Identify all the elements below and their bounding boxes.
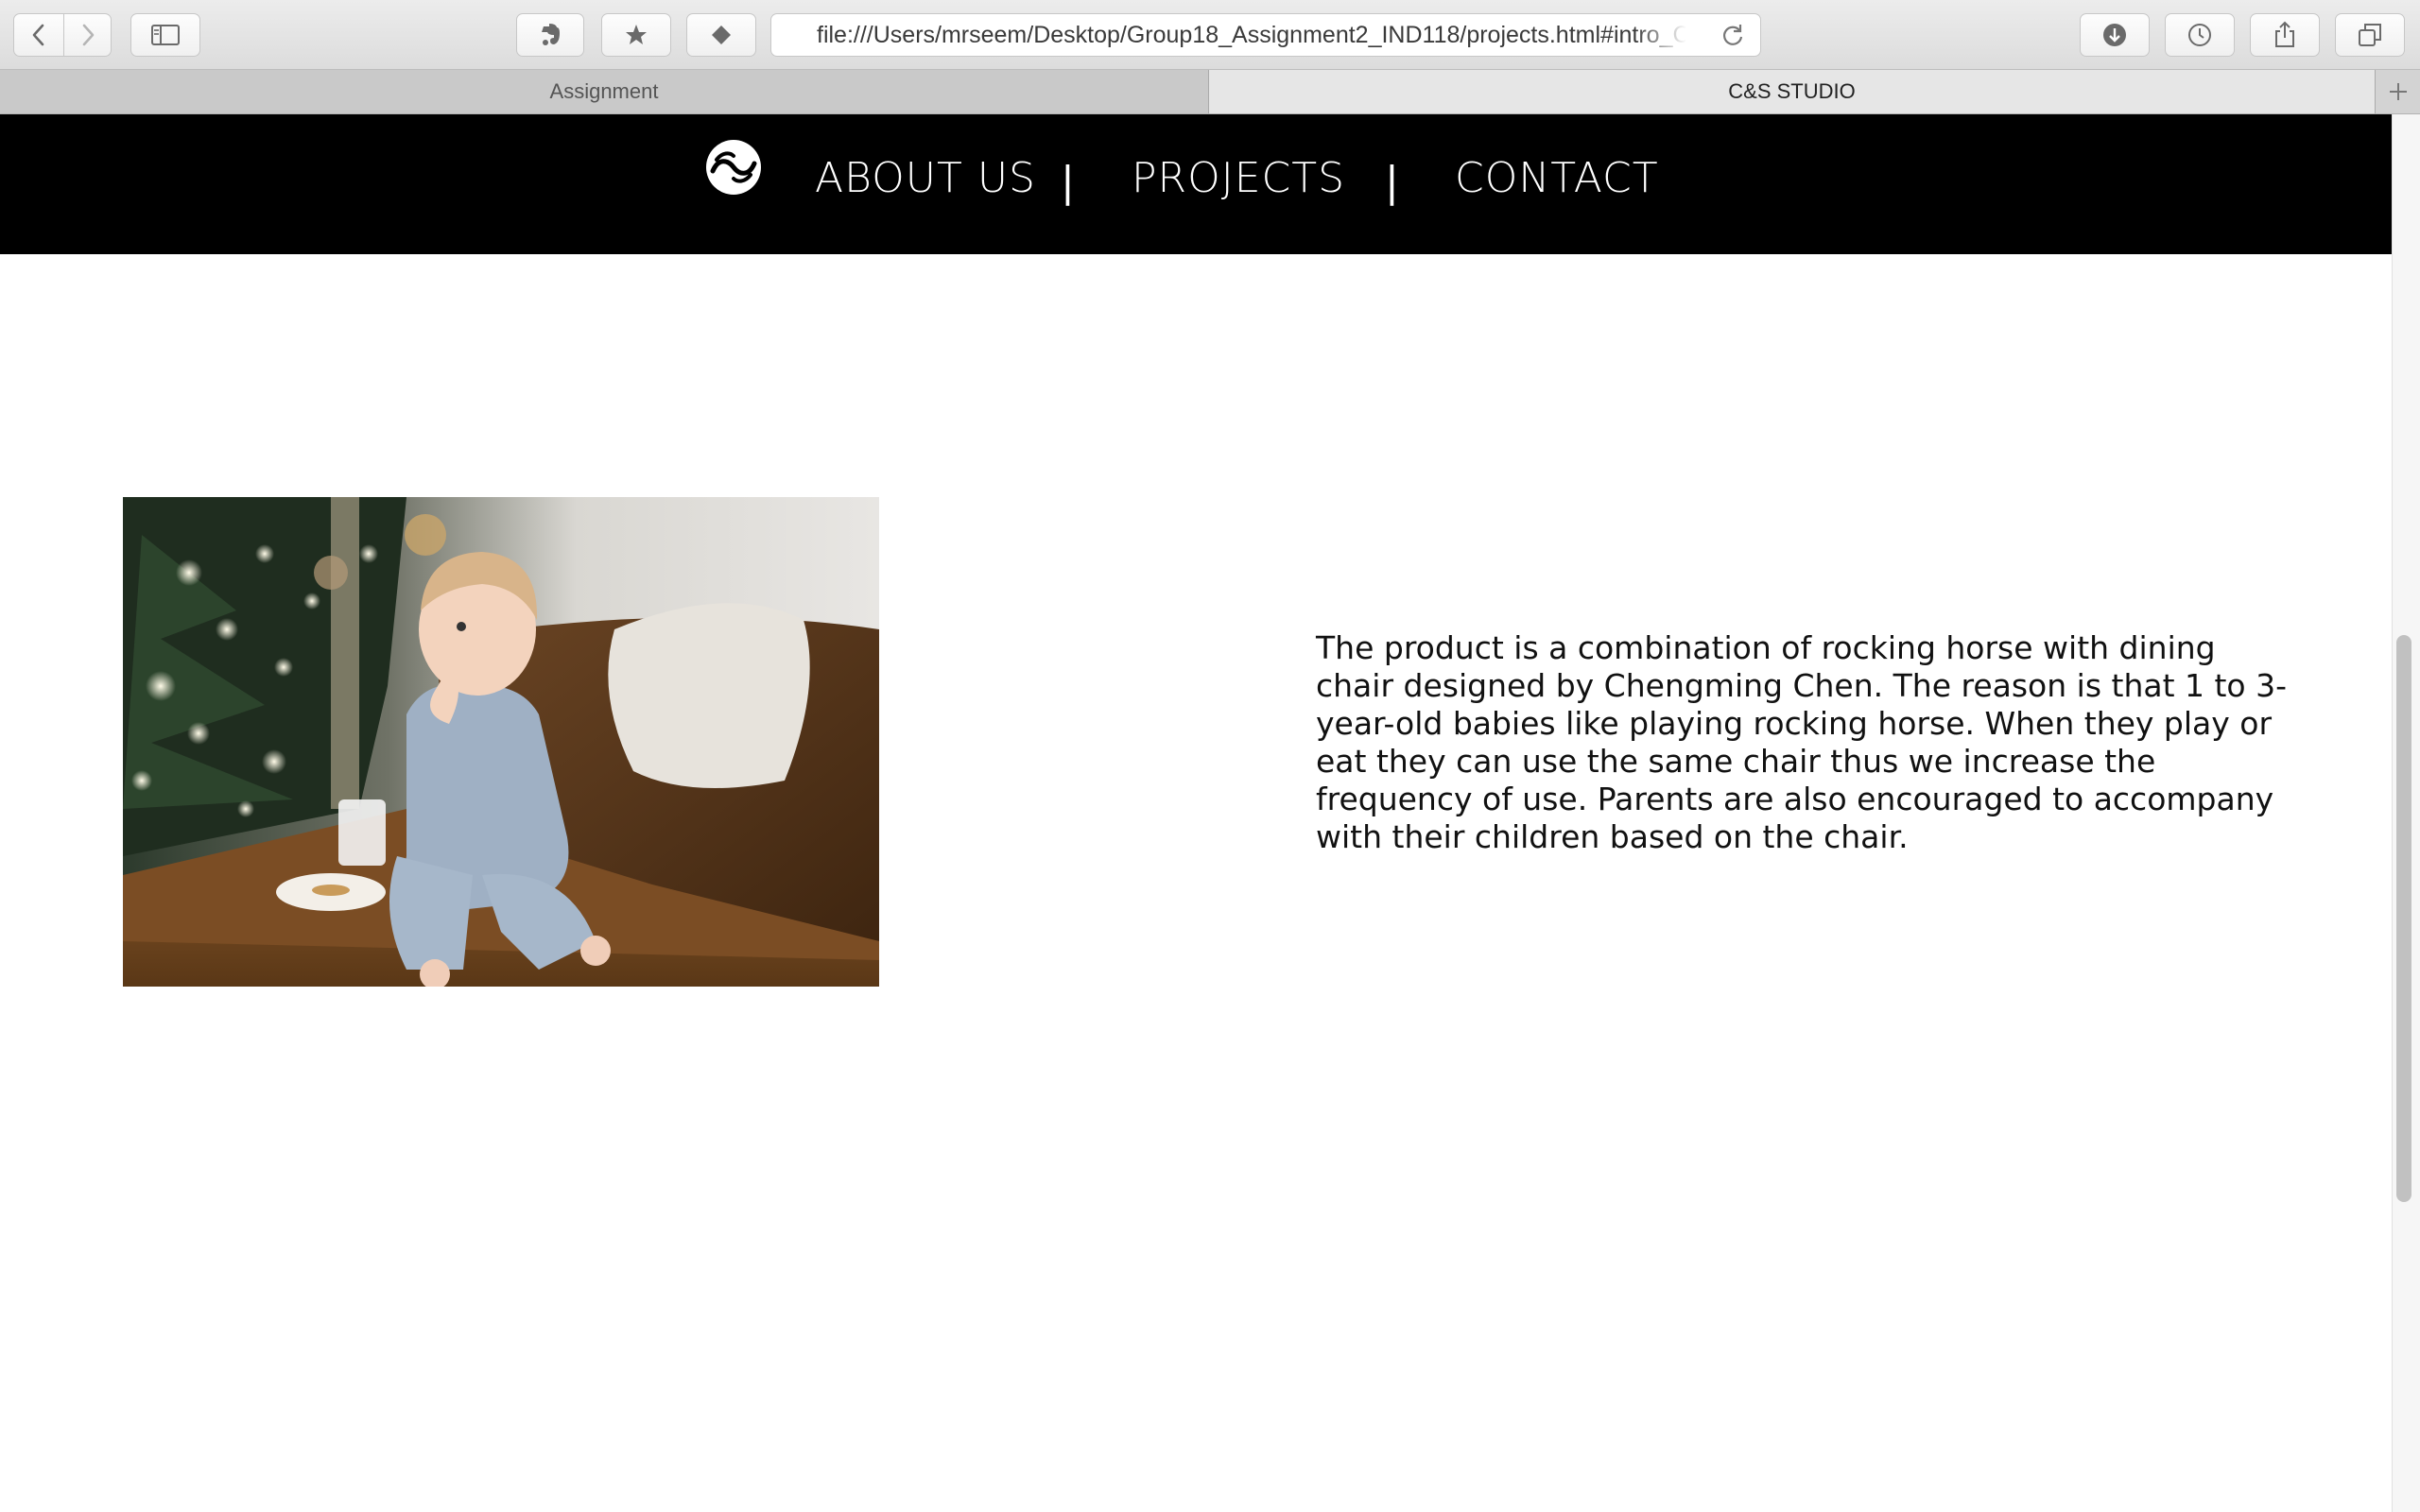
- nav-separator: |: [1385, 158, 1399, 206]
- share-icon: [2275, 21, 2294, 47]
- evernote-icon: [542, 24, 560, 45]
- tab-assignment[interactable]: Assignment: [0, 70, 1209, 113]
- history-icon: [2188, 24, 2211, 46]
- diamond-icon: [712, 26, 731, 44]
- chevron-right-icon: [82, 24, 94, 46]
- web-page: ABOUT US | PROJECTS | CONTACT The produc…: [0, 114, 2392, 1512]
- extension-button[interactable]: [686, 13, 756, 57]
- project-photo: [123, 497, 879, 987]
- bookmark-button[interactable]: [601, 13, 671, 57]
- sidebar-button[interactable]: [130, 13, 200, 57]
- tabs-overview-button[interactable]: [2335, 13, 2405, 57]
- forward-button[interactable]: [64, 13, 112, 57]
- nav-projects[interactable]: PROJECTS: [1132, 158, 1345, 199]
- downloads-button[interactable]: [2080, 13, 2150, 57]
- studio-logo-icon[interactable]: [705, 139, 762, 196]
- tabs-overview-icon: [2359, 24, 2381, 46]
- history-button[interactable]: [2165, 13, 2235, 57]
- new-tab-button[interactable]: [2375, 70, 2420, 113]
- evernote-extension-button[interactable]: [516, 13, 584, 57]
- tab-bar: Assignment C&S STUDIO: [0, 70, 2420, 114]
- scrollbar-thumb[interactable]: [2396, 635, 2411, 1202]
- sidebar-icon: [151, 25, 180, 45]
- plus-icon: [2389, 83, 2407, 100]
- reload-icon[interactable]: [1720, 23, 1745, 47]
- star-icon: [626, 25, 647, 44]
- nav-separator: |: [1061, 158, 1075, 206]
- project-description: The product is a combination of rocking …: [1316, 629, 2288, 855]
- tab-cs-studio[interactable]: C&S STUDIO: [1209, 70, 2375, 113]
- address-bar[interactable]: file:///Users/mrseem/Desktop/Group18_Ass…: [770, 13, 1761, 57]
- download-icon: [2103, 24, 2126, 46]
- back-button[interactable]: [13, 13, 64, 57]
- toddler-photo-illustration: [123, 497, 879, 987]
- chevron-left-icon: [32, 24, 44, 46]
- url-text[interactable]: file:///Users/mrseem/Desktop/Group18_Ass…: [817, 14, 1686, 56]
- nav-about-us[interactable]: ABOUT US: [815, 158, 1036, 199]
- browser-toolbar: file:///Users/mrseem/Desktop/Group18_Ass…: [0, 0, 2420, 70]
- share-button[interactable]: [2250, 13, 2320, 57]
- nav-contact[interactable]: CONTACT: [1455, 158, 1659, 199]
- site-navigation: ABOUT US | PROJECTS | CONTACT: [0, 114, 2392, 254]
